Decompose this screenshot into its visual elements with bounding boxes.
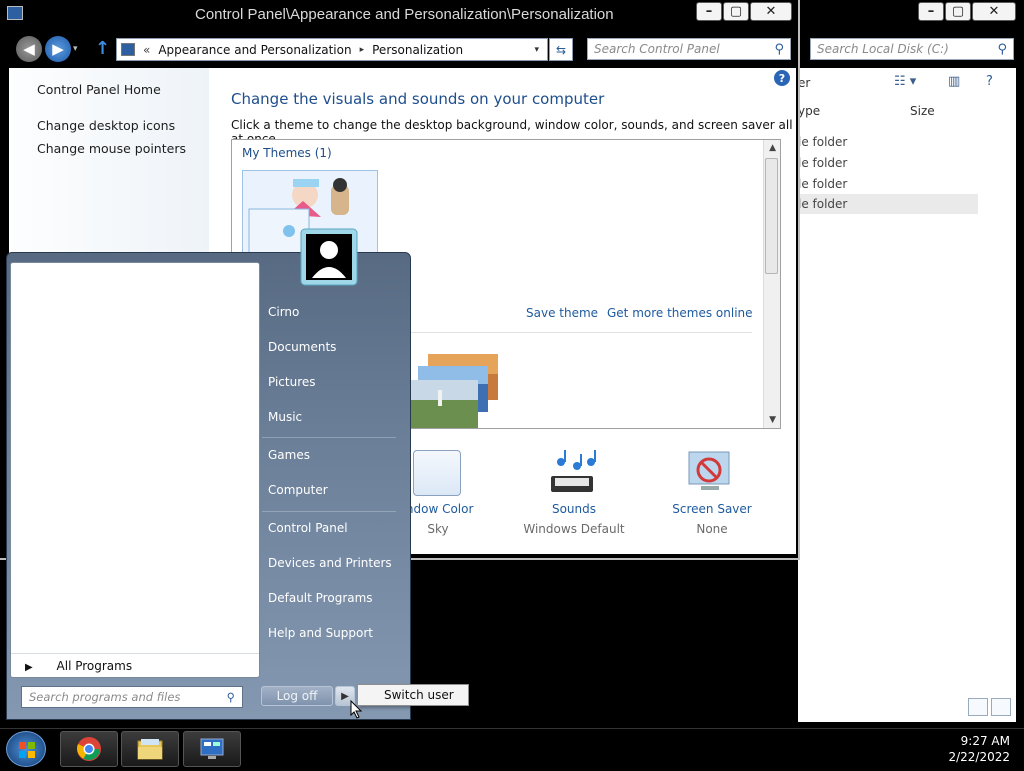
- breadcrumb-chevron[interactable]: «: [143, 43, 150, 57]
- file-row[interactable]: le folder: [798, 132, 978, 152]
- themes-scrollbar[interactable]: ▲ ▼: [763, 140, 780, 428]
- search-icon: ⚲: [774, 41, 784, 57]
- start-menu-separator: [262, 437, 396, 438]
- breadcrumb-appearance[interactable]: Appearance and Personalization: [158, 43, 351, 57]
- explorer-content: er ☷ ▾ ▥ ? ype Size le folder le folder …: [798, 68, 1016, 722]
- start-item-control-panel[interactable]: Control Panel: [268, 521, 348, 535]
- screen-saver-item[interactable]: Screen Saver None: [657, 502, 767, 536]
- taskbar-explorer-button[interactable]: [121, 731, 179, 767]
- explorer-window: – ▢ ✕ Search Local Disk (C:) ⚲ er ☷ ▾ ▥ …: [798, 0, 1024, 728]
- window-title: Control Panel\Appearance and Personaliza…: [195, 6, 614, 23]
- get-more-themes-link[interactable]: Get more themes online: [607, 306, 753, 320]
- folder-icon: [137, 739, 163, 760]
- sounds-icon[interactable]: [547, 448, 599, 500]
- explorer-search-placeholder: Search Local Disk (C:): [817, 42, 949, 56]
- system-clock[interactable]: 9:27 AM 2/22/2022: [948, 733, 1010, 765]
- user-avatar[interactable]: [300, 228, 358, 286]
- explorer-maximize-button[interactable]: ▢: [945, 2, 971, 21]
- recent-pages-chevron-icon[interactable]: ▾: [73, 44, 78, 54]
- mouse-cursor-icon: [350, 700, 363, 719]
- details-view-icon[interactable]: [968, 698, 988, 716]
- scroll-down-icon[interactable]: ▼: [769, 415, 776, 425]
- start-menu-separator: [262, 511, 396, 512]
- explorer-close-button[interactable]: ✕: [972, 2, 1016, 21]
- views-icon[interactable]: ☷ ▾: [894, 74, 916, 89]
- sounds-item[interactable]: Sounds Windows Default: [519, 502, 629, 536]
- refresh-button[interactable]: ⇆: [549, 38, 573, 61]
- control-panel-search-input[interactable]: Search Control Panel ⚲: [587, 38, 791, 60]
- close-button[interactable]: ✕: [750, 2, 792, 21]
- file-row[interactable]: le folder: [798, 174, 978, 194]
- scroll-up-icon[interactable]: ▲: [769, 143, 776, 153]
- search-placeholder: Search Control Panel: [594, 42, 720, 56]
- start-item-user[interactable]: Cirno: [268, 305, 299, 319]
- log-off-button[interactable]: Log off: [261, 686, 333, 706]
- start-item-help-support[interactable]: Help and Support: [268, 626, 373, 640]
- help-icon[interactable]: ?: [774, 70, 790, 86]
- address-bar[interactable]: « Appearance and Personalization ▸ Perso…: [116, 38, 548, 61]
- start-item-documents[interactable]: Documents: [268, 340, 336, 354]
- minimize-button[interactable]: –: [696, 2, 722, 21]
- search-icon: ⚲: [226, 690, 235, 704]
- column-type-header[interactable]: ype: [798, 104, 820, 118]
- explorer-search-input[interactable]: Search Local Disk (C:) ⚲: [810, 38, 1014, 60]
- control-panel-icon: [200, 738, 224, 759]
- up-arrow-icon[interactable]: ↑: [95, 38, 110, 59]
- control-panel-small-icon: [121, 43, 135, 56]
- maximize-button[interactable]: ▢: [723, 2, 749, 21]
- all-programs-label: All Programs: [56, 659, 133, 673]
- forward-button[interactable]: ▶: [45, 36, 71, 62]
- screen-saver-link[interactable]: Screen Saver: [657, 502, 767, 516]
- breadcrumb-separator-icon[interactable]: ▸: [360, 45, 365, 55]
- change-desktop-icons-link[interactable]: Change desktop icons: [37, 118, 175, 133]
- all-programs-item[interactable]: ▶ All Programs: [11, 653, 259, 677]
- large-icons-view-icon[interactable]: [991, 698, 1011, 716]
- theme-landscape-preview: [408, 354, 498, 428]
- triangle-right-icon: ▶: [25, 662, 33, 673]
- file-row[interactable]: le folder: [798, 153, 978, 173]
- sounds-link[interactable]: Sounds: [519, 502, 629, 516]
- start-search-input[interactable]: Search programs and files ⚲: [21, 686, 243, 708]
- switch-user-menu-item[interactable]: Switch user: [357, 684, 469, 706]
- start-item-default-programs[interactable]: Default Programs: [268, 591, 373, 605]
- start-item-music[interactable]: Music: [268, 410, 302, 424]
- start-item-pictures[interactable]: Pictures: [268, 375, 316, 389]
- taskbar-control-panel-button[interactable]: [183, 731, 241, 767]
- clock-time: 9:27 AM: [960, 734, 1010, 748]
- screen-saver-icon[interactable]: [685, 448, 735, 498]
- help-icon[interactable]: ?: [986, 74, 993, 89]
- scrollbar-thumb[interactable]: [765, 158, 778, 274]
- window-color-icon[interactable]: [413, 450, 461, 496]
- page-heading: Change the visuals and sounds on your co…: [231, 90, 605, 108]
- screen-saver-value: None: [696, 522, 728, 536]
- preview-pane-icon[interactable]: ▥: [948, 74, 960, 89]
- start-item-devices-printers[interactable]: Devices and Printers: [268, 556, 392, 570]
- start-menu: ▶ All Programs Search programs and files…: [6, 252, 411, 720]
- save-theme-link[interactable]: Save theme: [526, 306, 598, 320]
- sounds-value: Windows Default: [523, 522, 625, 536]
- chrome-icon: [77, 737, 101, 761]
- windows-logo-icon: [19, 742, 35, 758]
- start-button[interactable]: [6, 731, 46, 767]
- my-themes-group-label: My Themes (1): [242, 146, 332, 160]
- clock-date: 2/22/2022: [948, 750, 1010, 764]
- column-size-header[interactable]: Size: [910, 104, 935, 118]
- start-menu-programs-pane: ▶ All Programs: [10, 262, 260, 678]
- change-mouse-pointers-link[interactable]: Change mouse pointers: [37, 141, 186, 156]
- back-button[interactable]: ◀: [16, 36, 42, 62]
- taskbar: 9:27 AM 2/22/2022: [0, 728, 1024, 768]
- start-item-computer[interactable]: Computer: [268, 483, 328, 497]
- start-item-games[interactable]: Games: [268, 448, 310, 462]
- control-panel-home-link[interactable]: Control Panel Home: [37, 82, 161, 97]
- control-panel-icon: [7, 6, 23, 20]
- start-search-placeholder: Search programs and files: [29, 690, 181, 704]
- taskbar-chrome-button[interactable]: [60, 731, 118, 767]
- file-row-selected[interactable]: le folder: [798, 194, 978, 214]
- search-icon: ⚲: [997, 41, 1007, 57]
- address-dropdown-icon[interactable]: ▾: [534, 45, 539, 55]
- breadcrumb-personalization[interactable]: Personalization: [372, 43, 463, 57]
- explorer-minimize-button[interactable]: –: [918, 2, 944, 21]
